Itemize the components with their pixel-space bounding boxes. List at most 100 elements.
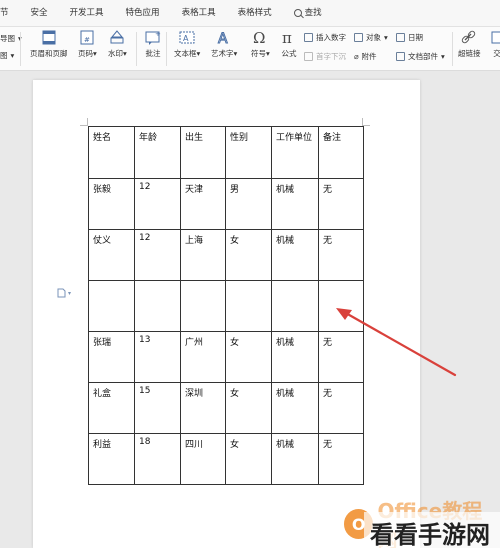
svg-text:π: π	[282, 30, 292, 45]
table-cell[interactable]: 利益	[88, 433, 135, 485]
table-cell[interactable]: 张毅	[88, 178, 135, 230]
table-cell[interactable]: 无	[318, 382, 364, 434]
table-cell[interactable]: 12	[134, 178, 181, 230]
page-number-button[interactable]: # 页码▾	[78, 29, 97, 59]
watermark-button[interactable]: 水印▾	[108, 29, 127, 59]
header-footer-icon	[40, 29, 58, 45]
table-cell[interactable]: 礼盒	[88, 382, 135, 434]
doc-parts-button[interactable]: 文档部件 ▾	[396, 51, 445, 62]
insert-number-button[interactable]: 插入数字	[304, 32, 346, 43]
table-header-cell[interactable]: 性别	[225, 126, 272, 179]
table-cell[interactable]: 女	[225, 331, 272, 383]
table-cell[interactable]: 机械	[271, 229, 319, 281]
first-letter-sink-button[interactable]: 首字下沉	[304, 51, 346, 62]
art-text-button[interactable]: A 艺术字▾	[211, 29, 237, 59]
chevron-down-icon: ▾	[10, 51, 15, 60]
comment-icon: +	[144, 29, 162, 45]
table-cell[interactable]: 上海	[180, 229, 226, 281]
table-row: 礼盒 15 深圳 女 机械 无	[88, 382, 364, 434]
tab-section[interactable]: 节	[0, 0, 20, 27]
formula-button[interactable]: π 公式	[280, 29, 298, 59]
margin-corner-mark	[80, 118, 88, 126]
table-cell[interactable]: 15	[134, 382, 181, 434]
table-cell[interactable]	[180, 280, 226, 332]
hyperlink-button[interactable]: 超链接	[458, 29, 481, 59]
table-header-cell[interactable]: 年龄	[134, 126, 181, 179]
table-cell[interactable]	[88, 280, 135, 332]
tab-developer[interactable]: 开发工具	[59, 0, 115, 27]
table-cell[interactable]: 张瑞	[88, 331, 135, 383]
table-cell[interactable]	[271, 280, 319, 332]
drop-cap-icon	[304, 52, 313, 61]
textbox-button[interactable]: A 文本框▾	[174, 29, 200, 59]
table-row: 张毅 12 天津 男 机械 无	[88, 178, 364, 230]
date-button[interactable]: 日期	[396, 32, 423, 43]
divider	[452, 32, 453, 66]
object-icon	[354, 33, 363, 42]
divider	[20, 32, 21, 66]
table-cell[interactable]: 天津	[180, 178, 226, 230]
table-cell[interactable]: 无	[318, 229, 364, 281]
paragraph-handle[interactable]: ▾	[57, 288, 71, 298]
chevron-down-icon: ▾	[68, 289, 72, 297]
table-cell[interactable]: 男	[225, 178, 272, 230]
symbol-button[interactable]: Ω 符号▾	[251, 29, 270, 59]
page-number-icon: #	[78, 29, 96, 45]
data-table[interactable]: 姓名 年龄 出生 性别 工作单位 备注 张毅 12 天津 男 机械 无 仗义 1…	[88, 126, 364, 485]
table-cell[interactable]: 女	[225, 433, 272, 485]
table-cell[interactable]: 18	[134, 433, 181, 485]
calendar-icon	[396, 33, 405, 42]
table-cell[interactable]: 机械	[271, 178, 319, 230]
insert-number-icon	[304, 33, 313, 42]
chart-button[interactable]: 图 ▾	[0, 50, 14, 61]
search-icon	[293, 9, 302, 17]
table-cell[interactable]: 13	[134, 331, 181, 383]
doc-parts-icon	[396, 52, 405, 61]
tab-features[interactable]: 特色应用	[115, 0, 171, 27]
document-icon	[57, 288, 66, 298]
table-header-cell[interactable]: 备注	[318, 126, 364, 179]
paperclip-icon: ⌀	[354, 52, 359, 61]
attachment-button[interactable]: ⌀ 附件	[354, 51, 377, 62]
tab-security[interactable]: 安全	[20, 0, 59, 27]
annotation-arrow	[336, 308, 457, 377]
table-cell[interactable]: 12	[134, 229, 181, 281]
svg-text:+: +	[155, 30, 161, 38]
cross-ref-button[interactable]: 交	[488, 29, 500, 59]
table-row: 张瑞 13 广州 女 机械 无	[88, 331, 364, 383]
cross-ref-icon	[488, 29, 500, 45]
table-header-cell[interactable]: 工作单位	[271, 126, 319, 179]
table-cell[interactable]: 深圳	[180, 382, 226, 434]
table-row: 仗义 12 上海 女 机械 无	[88, 229, 364, 281]
table-cell[interactable]	[225, 280, 272, 332]
margin-corner-mark	[362, 118, 370, 126]
table-cell[interactable]: 无	[318, 178, 364, 230]
table-row: 利益 18 四川 女 机械 无	[88, 433, 364, 485]
object-button[interactable]: 对象 ▾	[354, 32, 388, 43]
ribbon-tabs: 节 安全 开发工具 特色应用 表格工具 表格样式 查找	[0, 0, 500, 27]
mindmap-button[interactable]: 导图▾	[0, 33, 22, 44]
table-cell[interactable]: 机械	[271, 433, 319, 485]
table-header-cell[interactable]: 出生	[180, 126, 226, 179]
table-cell[interactable]: 机械	[271, 331, 319, 383]
tab-table-tools[interactable]: 表格工具	[171, 0, 227, 27]
table-cell[interactable]: 女	[225, 229, 272, 281]
table-cell[interactable]: 机械	[271, 382, 319, 434]
table-header-row: 姓名 年龄 出生 性别 工作单位 备注	[88, 126, 364, 179]
tab-search[interactable]: 查找	[283, 0, 333, 27]
table-cell[interactable]	[134, 280, 181, 332]
table-cell[interactable]: 仗义	[88, 229, 135, 281]
ribbon-toolbar: 导图▾ 图▾ 页眉和页脚 # 页码▾ 水印▾ + 批注 A 文本框▾ A	[0, 27, 500, 71]
comment-button[interactable]: + 批注	[144, 29, 162, 59]
divider	[166, 32, 167, 66]
table-header-cell[interactable]: 姓名	[88, 126, 135, 179]
table-cell[interactable]: 女	[225, 382, 272, 434]
site-watermark: 看看手游网	[370, 521, 490, 548]
header-footer-button[interactable]: 页眉和页脚	[30, 29, 68, 59]
table-cell[interactable]: 无	[318, 433, 364, 485]
tab-table-style[interactable]: 表格样式	[227, 0, 283, 27]
table-cell[interactable]: 四川	[180, 433, 226, 485]
table-cell[interactable]: 广州	[180, 331, 226, 383]
watermark-icon	[108, 29, 126, 45]
divider	[136, 32, 137, 66]
